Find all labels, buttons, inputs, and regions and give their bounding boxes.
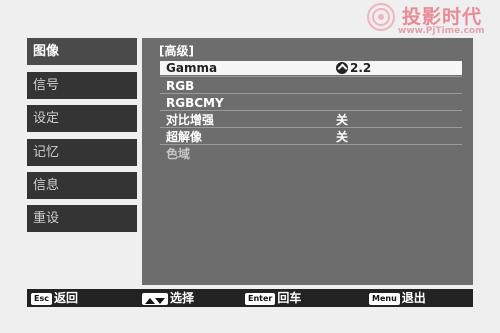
setting-row-gamma[interactable]: Gamma 2.2 <box>160 61 462 75</box>
hint-menu: Menu 退出 <box>369 290 426 306</box>
menu-item-settings[interactable]: 设定 <box>27 105 137 132</box>
setting-label-rgb: RGB <box>166 79 195 93</box>
gamma-icon <box>336 61 348 74</box>
menu-item-reset[interactable]: 重设 <box>27 205 137 232</box>
setting-row-contrast-enhance[interactable]: 对比增强 关 <box>160 113 462 127</box>
watermark-title: 投影时代 <box>402 6 483 28</box>
setting-row-super-resolution[interactable]: 超解像 关 <box>160 130 462 144</box>
menu-item-info[interactable]: 信息 <box>27 172 137 199</box>
menu-key-icon: Menu <box>369 292 400 305</box>
panel-title: [高级] <box>159 44 194 58</box>
setting-value-super-resolution: 关 <box>336 130 349 144</box>
up-down-arrow-icon <box>142 292 168 305</box>
setting-label-rgbcmy: RGBCMY <box>166 96 224 110</box>
hint-enter-label: 回车 <box>277 291 302 305</box>
hint-menu-label: 退出 <box>401 291 426 305</box>
setting-label-color-gamut: 色域 <box>166 147 191 161</box>
watermark: 投影时代 www.PjTime.com <box>362 2 498 38</box>
bottom-hint-bar: Esc 返回 选择 Enter 回车 Menu 退出 <box>27 289 473 307</box>
setting-row-rgbcmy[interactable]: RGBCMY <box>160 96 462 110</box>
hint-esc: Esc 返回 <box>31 290 78 306</box>
setting-value-contrast-enhance: 关 <box>336 113 349 127</box>
setting-row-rgb[interactable]: RGB <box>160 79 462 93</box>
hint-esc-label: 返回 <box>53 291 78 305</box>
setting-label-contrast-enhance: 对比增强 <box>166 113 215 127</box>
setting-label-gamma: Gamma <box>166 61 218 75</box>
hint-select: 选择 <box>142 290 194 306</box>
hint-select-label: 选择 <box>170 291 195 305</box>
hint-enter: Enter 回车 <box>245 290 301 306</box>
setting-value-gamma: 2.2 <box>336 61 371 75</box>
advanced-panel: [高级] Gamma 2.2 RGB RGBCMY 对比增强 关 超解像 关 色… <box>142 38 473 285</box>
enter-key-icon: Enter <box>245 292 276 305</box>
esc-key-icon: Esc <box>31 292 52 305</box>
menu-item-image[interactable]: 图像 <box>27 38 137 65</box>
setting-label-super-resolution: 超解像 <box>166 130 203 144</box>
watermark-url: www.PjTime.com <box>398 26 485 36</box>
menu-item-memory[interactable]: 记忆 <box>27 139 137 166</box>
projector-menu-screen: 投影时代 www.PjTime.com 图像 信号 设定 记忆 信息 重设 [高… <box>0 0 500 333</box>
menu-item-signal[interactable]: 信号 <box>27 72 137 99</box>
setting-row-color-gamut: 色域 <box>160 147 462 161</box>
watermark-logo-icon <box>367 3 395 31</box>
